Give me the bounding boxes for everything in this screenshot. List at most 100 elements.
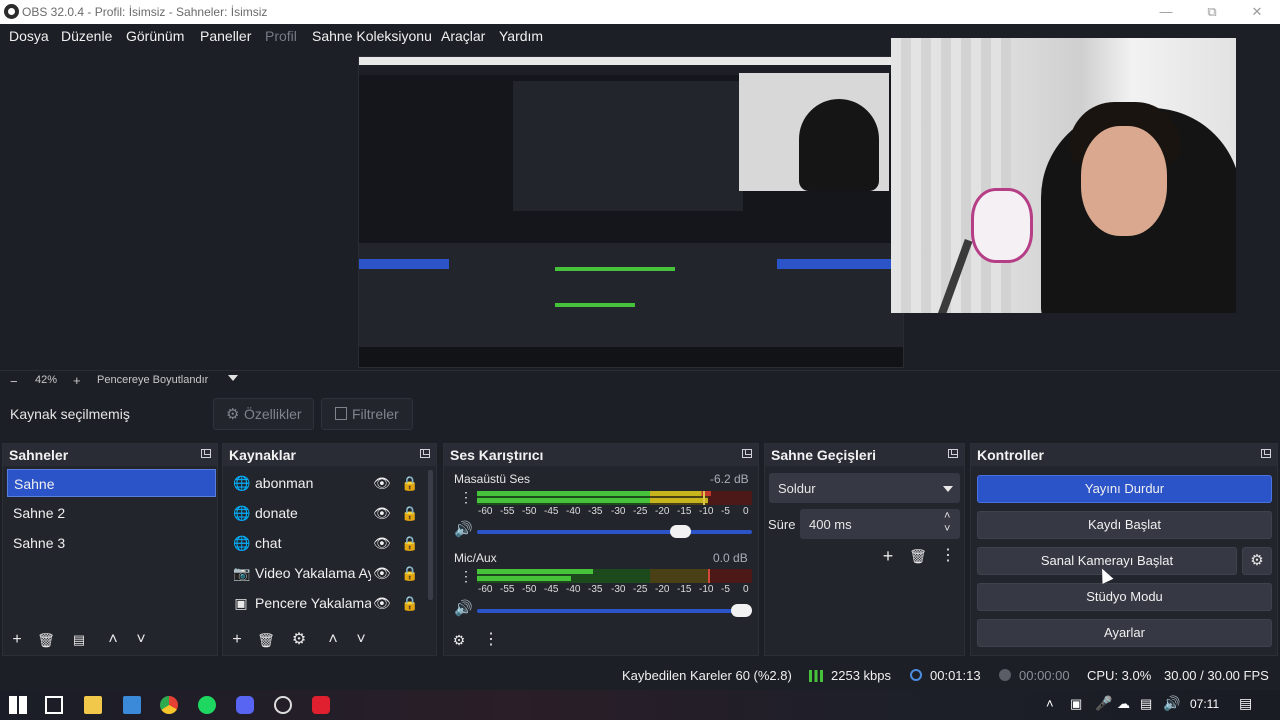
mixer-menu-icon[interactable]: ⋮: [482, 631, 500, 649]
increment-icon[interactable]: ˄: [944, 510, 950, 522]
undock-icon[interactable]: [1261, 449, 1271, 458]
source-item[interactable]: 🌐 donate 👁 🔒: [225, 499, 420, 527]
visibility-eye-icon[interactable]: 👁: [373, 595, 391, 612]
visibility-eye-icon[interactable]: 👁: [373, 505, 391, 522]
volume-slider-track[interactable]: [477, 530, 752, 534]
app-icon[interactable]: [123, 696, 141, 714]
tray-app-icon[interactable]: ▣: [1070, 696, 1082, 712]
chevron-up-icon[interactable]: ˄: [1046, 696, 1054, 711]
meter-tick-label: -25: [633, 506, 648, 517]
close-button[interactable]: ✕: [1234, 0, 1280, 24]
lock-icon[interactable]: 🔒: [401, 505, 418, 522]
channel-name: Mic/Aux: [454, 551, 497, 565]
visibility-eye-icon[interactable]: 👁: [373, 535, 391, 552]
mute-speaker-icon[interactable]: 🔊: [454, 599, 473, 617]
move-down-icon[interactable]: ˅: [352, 631, 370, 649]
virtual-camera-settings-gear-icon[interactable]: ⚙: [1242, 547, 1272, 575]
volume-icon[interactable]: 🔊: [1163, 695, 1180, 712]
decrement-icon[interactable]: ˅: [944, 523, 950, 535]
sources-scrollbar[interactable]: [428, 470, 433, 600]
channel-name: Masaüstü Ses: [454, 472, 531, 486]
volume-slider-handle[interactable]: [670, 525, 691, 538]
menu-tools[interactable]: Araçlar: [441, 28, 485, 44]
menu-file[interactable]: Dosya: [9, 28, 49, 44]
menu-help[interactable]: Yardım: [499, 28, 543, 44]
microphone-icon[interactable]: 🎤: [1095, 695, 1112, 712]
duration-spinbox[interactable]: 400 ms ˄ ˅: [800, 509, 960, 539]
start-recording-button[interactable]: Kaydı Başlat: [977, 511, 1272, 539]
channel-menu-icon[interactable]: ⋮: [459, 569, 473, 583]
network-icon[interactable]: ▤: [1140, 696, 1152, 712]
lock-icon[interactable]: 🔒: [401, 595, 418, 612]
menu-profile[interactable]: Profil: [265, 28, 297, 44]
record-time: 00:00:00: [1019, 668, 1070, 683]
spotify-icon[interactable]: [198, 696, 216, 714]
file-explorer-icon[interactable]: [84, 696, 102, 714]
source-item[interactable]: 📷 Video Yakalama Ay 👁 🔒: [225, 559, 420, 587]
channel-menu-icon[interactable]: ⋮: [459, 490, 473, 504]
visibility-eye-icon[interactable]: 👁: [373, 475, 391, 492]
obs-taskbar-icon[interactable]: [274, 696, 292, 714]
undock-icon[interactable]: [742, 449, 752, 458]
scene-item[interactable]: Sahne 2: [7, 499, 216, 527]
undock-icon[interactable]: [420, 449, 430, 458]
notifications-icon[interactable]: ▤: [1239, 695, 1252, 712]
move-down-icon[interactable]: ˅: [132, 631, 150, 649]
menu-scene-collection[interactable]: Sahne Koleksiyonu: [312, 28, 432, 44]
transition-menu-icon[interactable]: ⋮: [939, 547, 957, 565]
source-item[interactable]: 🌐 abonman 👁 🔒: [225, 469, 420, 497]
scene-filters-icon[interactable]: ▤: [70, 631, 88, 649]
filters-button[interactable]: Filtreler: [321, 398, 413, 430]
signal-bars-icon: [809, 670, 823, 682]
mute-speaker-icon[interactable]: 🔊: [454, 520, 473, 538]
move-up-icon[interactable]: ˄: [324, 631, 342, 649]
scene-item[interactable]: Sahne 3: [7, 529, 216, 557]
settings-button[interactable]: Ayarlar: [977, 619, 1272, 647]
undock-icon[interactable]: [948, 449, 958, 458]
add-scene-icon[interactable]: +: [8, 631, 26, 649]
add-source-icon[interactable]: +: [228, 631, 246, 649]
tray-app-icon[interactable]: ☁: [1117, 696, 1130, 712]
meter-tick-label: -25: [633, 584, 648, 595]
zoom-in-button[interactable]: +: [73, 373, 81, 388]
task-view-icon[interactable]: [45, 696, 63, 714]
delete-scene-icon[interactable]: 🗑: [37, 631, 55, 649]
studio-mode-button[interactable]: Stüdyo Modu: [977, 583, 1272, 611]
lock-icon[interactable]: 🔒: [401, 535, 418, 552]
transition-select[interactable]: Soldur: [769, 473, 960, 503]
volume-slider-track[interactable]: [477, 609, 752, 613]
source-item[interactable]: 🌐 chat 👁 🔒: [225, 529, 420, 557]
menu-view[interactable]: Görünüm: [126, 28, 184, 44]
visibility-eye-icon[interactable]: 👁: [373, 565, 391, 582]
audio-level-bar: [477, 491, 711, 496]
lock-icon[interactable]: 🔒: [401, 475, 418, 492]
properties-button[interactable]: ⚙ Özellikler: [213, 398, 314, 430]
maximize-button[interactable]: ⧉: [1189, 0, 1235, 24]
discord-icon[interactable]: [236, 696, 254, 714]
volume-slider-handle[interactable]: [731, 604, 752, 617]
advanced-audio-gear-icon[interactable]: ⚙: [450, 631, 468, 649]
app-icon[interactable]: [312, 696, 330, 714]
zoom-dropdown-icon[interactable]: [228, 375, 238, 381]
delete-transition-icon[interactable]: 🗑: [909, 547, 927, 565]
undock-icon[interactable]: [201, 449, 211, 458]
stop-streaming-button[interactable]: Yayını Durdur: [977, 475, 1272, 503]
lock-icon[interactable]: 🔒: [401, 565, 418, 582]
add-transition-icon[interactable]: +: [879, 547, 897, 565]
windows-start-icon[interactable]: [9, 696, 27, 714]
move-up-icon[interactable]: ˄: [104, 631, 122, 649]
clock[interactable]: 07:11: [1190, 697, 1219, 711]
meter-tick-label: -40: [566, 584, 581, 595]
minimize-button[interactable]: —: [1143, 0, 1189, 24]
zoom-out-button[interactable]: −: [10, 374, 18, 389]
meter-tick-label: -40: [566, 506, 581, 517]
zoom-level: 42%: [35, 374, 58, 386]
menu-edit[interactable]: Düzenle: [61, 28, 112, 44]
menu-docks[interactable]: Paneller: [200, 28, 251, 44]
source-item[interactable]: ▣ Pencere Yakalama 👁 🔒: [225, 589, 420, 617]
delete-source-icon[interactable]: 🗑: [257, 631, 275, 649]
chrome-icon[interactable]: [160, 696, 178, 714]
source-properties-icon[interactable]: ⚙: [290, 631, 308, 649]
dock-title: Kontroller: [977, 447, 1044, 463]
scene-item[interactable]: Sahne: [7, 469, 216, 497]
